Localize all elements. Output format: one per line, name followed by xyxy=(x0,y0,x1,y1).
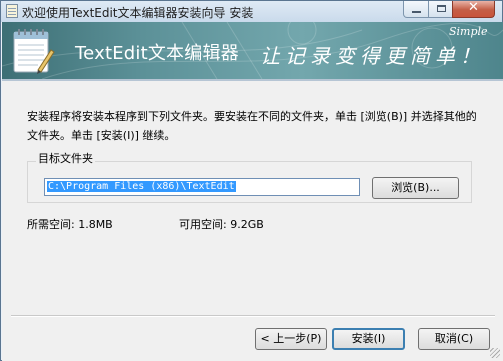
install-path-value: C:\Program Files (x86)\TextEdit xyxy=(47,181,236,192)
space-required: 所需空间: 1.8MB xyxy=(27,218,113,231)
minimize-button[interactable] xyxy=(403,1,429,18)
title-bar[interactable]: 欢迎使用TextEdit文本编辑器安装向导 安装 ✕ xyxy=(1,0,502,22)
browse-button[interactable]: 浏览(B)... xyxy=(372,177,459,199)
instruction-text: 安装程序将安装本程序到下列文件夹。要安装在不同的文件夹，单击 [浏览(B)] 并… xyxy=(27,110,477,142)
back-button[interactable]: < 上一步(P) xyxy=(255,328,327,350)
banner-slogan: 让记录变得更简单！ xyxy=(260,44,485,68)
maximize-icon xyxy=(437,5,446,12)
banner-simple-label: Simple xyxy=(449,25,488,38)
close-icon: ✕ xyxy=(468,0,479,15)
notepad-icon xyxy=(13,29,55,74)
installer-window: 欢迎使用TextEdit文本编辑器安装向导 安装 ✕ TextEdit文本编辑器… xyxy=(0,0,503,361)
close-button[interactable]: ✕ xyxy=(452,0,495,18)
window-title: 欢迎使用TextEdit文本编辑器安装向导 安装 xyxy=(22,6,254,20)
header-banner: TextEdit文本编辑器 让记录变得更简单！ Simple xyxy=(2,22,503,79)
cancel-button[interactable]: 取消(C) xyxy=(418,328,490,350)
footer-separator xyxy=(11,315,495,316)
group-label: 目标文件夹 xyxy=(36,150,95,166)
install-button[interactable]: 安装(I) xyxy=(332,328,405,350)
banner-title: TextEdit文本编辑器 xyxy=(75,43,239,64)
space-available: 可用空间: 9.2GB xyxy=(179,218,264,231)
install-path-input[interactable]: C:\Program Files (x86)\TextEdit xyxy=(44,178,360,196)
maximize-button[interactable] xyxy=(428,1,453,18)
minimize-icon xyxy=(412,11,421,13)
resize-grip[interactable] xyxy=(490,348,500,358)
app-icon xyxy=(6,4,18,18)
content-area: 安装程序将安装本程序到下列文件夹。要安装在不同的文件夹，单击 [浏览(B)] 并… xyxy=(2,81,503,361)
